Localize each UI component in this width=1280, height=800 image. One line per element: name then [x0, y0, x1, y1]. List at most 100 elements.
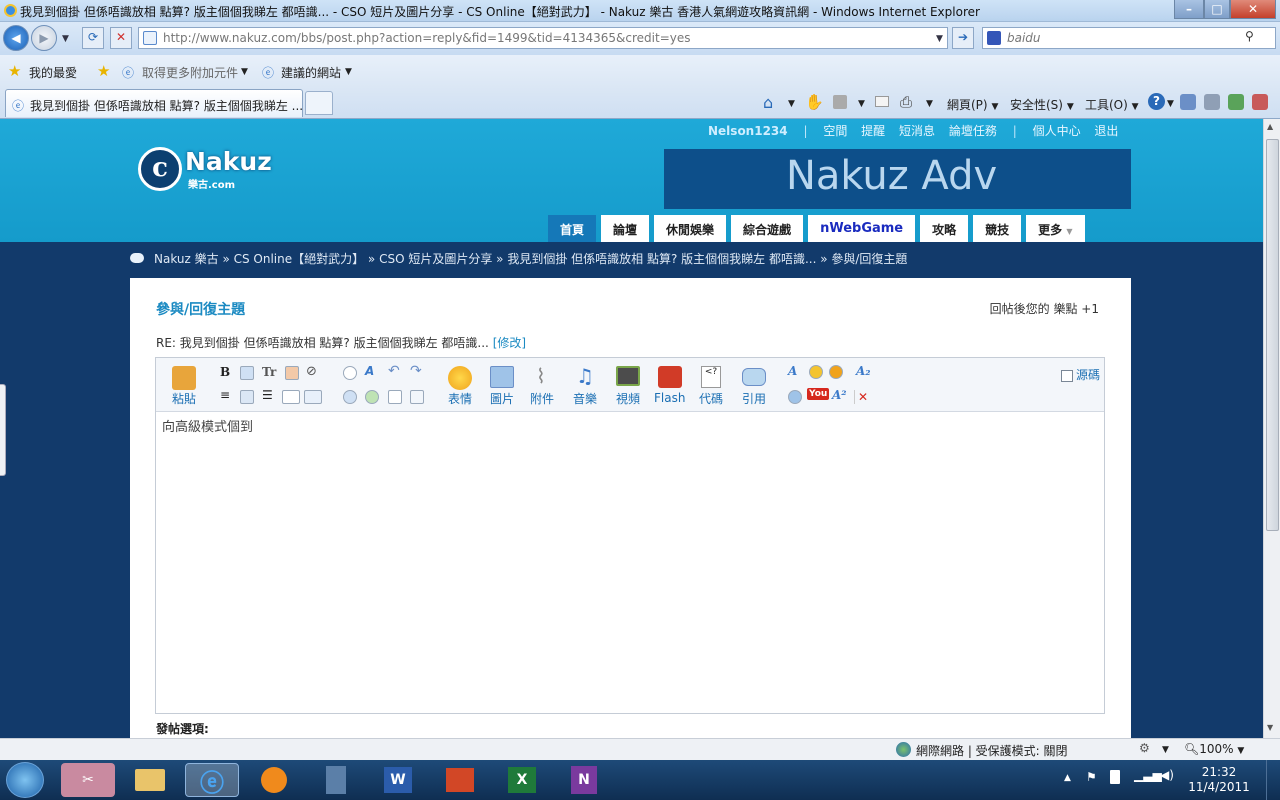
remove-format-icon[interactable]: A: [365, 364, 374, 378]
side-panel-handle[interactable]: [0, 384, 6, 476]
gallery-icon[interactable]: [809, 365, 823, 379]
nav-nwebgame[interactable]: nWebGame: [808, 215, 916, 242]
username-link[interactable]: Nelson1234: [708, 124, 788, 138]
superscript-icon[interactable]: A²: [832, 388, 847, 402]
nav-leisure[interactable]: 休閒娛樂: [654, 215, 727, 242]
media-icon[interactable]: [365, 390, 379, 404]
addons-dropdown-icon[interactable]: ▼: [241, 67, 248, 77]
font-size-icon[interactable]: Tr: [262, 365, 276, 379]
toolbar-video[interactable]: 視頻: [616, 390, 640, 407]
toolbar-quote[interactable]: 引用: [742, 390, 766, 407]
taskbar-snipping-icon[interactable]: ✂: [61, 763, 115, 797]
research-icon[interactable]: [1180, 94, 1196, 110]
history-dropdown-icon[interactable]: ▼: [62, 34, 69, 44]
source-toggle[interactable]: 源碼: [1060, 366, 1100, 383]
user-link-messages[interactable]: 短消息: [899, 124, 935, 138]
taskbar-ie-icon[interactable]: ⓔ: [185, 763, 239, 797]
edit-subject-link[interactable]: 修改: [497, 336, 521, 350]
safety-menu[interactable]: 安全性(S) ▼: [1010, 96, 1074, 113]
paste-icon[interactable]: [172, 366, 196, 390]
nav-games[interactable]: 綜合遊戲: [731, 215, 804, 242]
print-icon[interactable]: ⎙: [900, 93, 912, 111]
ad-banner[interactable]: Nakuz Adv: [664, 149, 1131, 209]
go-icon[interactable]: ➔: [952, 27, 974, 49]
free-icon[interactable]: [304, 390, 322, 404]
address-dropdown-icon[interactable]: ▼: [936, 34, 943, 44]
paste-button[interactable]: 粘貼: [172, 390, 196, 407]
zone-settings-icon[interactable]: ⚙: [1139, 741, 1150, 755]
scroll-up-icon[interactable]: ▲: [1267, 122, 1273, 131]
bold-icon[interactable]: B: [220, 365, 230, 379]
subscript-icon[interactable]: A₂: [856, 364, 871, 378]
taskbar-explorer-icon[interactable]: [123, 763, 177, 797]
tools-menu[interactable]: 工具(O) ▼: [1085, 96, 1139, 113]
mail-icon[interactable]: [875, 96, 889, 107]
suggested-sites-link[interactable]: 建議的網站: [281, 64, 341, 81]
taskbar-word-icon[interactable]: W: [371, 763, 425, 797]
feeds-icon[interactable]: [833, 95, 847, 109]
link-icon[interactable]: ⊘: [306, 364, 317, 379]
page-menu[interactable]: 網頁(P) ▼: [947, 96, 998, 113]
attachment-icon[interactable]: ⌇: [536, 364, 546, 388]
user-link-profile[interactable]: 個人中心: [1033, 124, 1081, 138]
taskbar-media-icon[interactable]: [247, 763, 301, 797]
smiley-icon[interactable]: [448, 366, 472, 390]
taskbar-excel-icon[interactable]: X: [495, 763, 549, 797]
code-icon[interactable]: <?: [701, 366, 721, 388]
maximize-button[interactable]: □: [1204, 0, 1230, 19]
scroll-down-icon[interactable]: ▼: [1267, 723, 1273, 732]
taskbar-onenote-icon[interactable]: N: [557, 763, 611, 797]
color-grid-icon[interactable]: [285, 366, 299, 380]
toolbar-music[interactable]: 音樂: [573, 390, 597, 407]
feeds-dropdown-icon[interactable]: ▼: [858, 99, 865, 109]
breadcrumb-text[interactable]: Nakuz 樂古 » CS Online【絕對武力】 » CSO 短片及圖片分享…: [154, 252, 907, 266]
show-hidden-icons[interactable]: ▲: [1064, 773, 1071, 783]
get-addons-link[interactable]: 取得更多附加元件: [142, 64, 238, 81]
help-icon[interactable]: ?: [1148, 93, 1165, 110]
hand-icon[interactable]: ✋: [805, 93, 824, 111]
address-input[interactable]: http://www.nakuz.com/bbs/post.php?action…: [138, 27, 948, 49]
user-link-notice[interactable]: 提醒: [861, 124, 885, 138]
nav-home[interactable]: 首頁: [548, 215, 597, 242]
toolbar-smilies[interactable]: 表情: [448, 390, 472, 407]
undo-icon[interactable]: ↶: [388, 363, 400, 379]
minimize-button[interactable]: –: [1174, 0, 1204, 19]
unlink-icon[interactable]: [343, 366, 357, 380]
taskbar-app-icon[interactable]: [309, 763, 363, 797]
video-icon[interactable]: [616, 366, 640, 386]
nav-guides[interactable]: 攻略: [920, 215, 969, 242]
close-window-button[interactable]: ✕: [1230, 0, 1276, 19]
nav-forum[interactable]: 論壇: [601, 215, 650, 242]
volume-icon[interactable]: ◀): [1160, 768, 1174, 782]
quote-icon[interactable]: [742, 368, 766, 386]
post-body-textarea[interactable]: 向高級模式個到: [162, 416, 253, 435]
zone-dropdown-icon[interactable]: ▼: [1162, 745, 1169, 755]
network-icon[interactable]: ▁▃▅: [1134, 768, 1162, 782]
help-dropdown-icon[interactable]: ▼: [1167, 99, 1174, 109]
add-favorite-icon[interactable]: ★: [97, 62, 110, 80]
toolbar-icon[interactable]: [1252, 94, 1268, 110]
vertical-scrollbar[interactable]: ▲ ▼: [1263, 119, 1280, 738]
toolbar-attachment[interactable]: 附件: [530, 390, 554, 407]
toolbar-code[interactable]: 代碼: [699, 390, 723, 407]
home-dropdown-icon[interactable]: ▼: [788, 99, 795, 109]
tab-active[interactable]: ⓔ 我見到個掛 但係唔識放相 點算? 版主個個我睇左 ...: [5, 89, 303, 117]
image-icon[interactable]: [490, 366, 514, 388]
user-link-tasks[interactable]: 論壇任務: [949, 124, 997, 138]
list-icon[interactable]: ☰: [262, 388, 273, 402]
scroll-thumb[interactable]: [1266, 139, 1279, 531]
tool-icon[interactable]: [1204, 94, 1220, 110]
print-dropdown-icon[interactable]: ▼: [926, 99, 933, 109]
emoticon-icon[interactable]: [829, 365, 843, 379]
zoom-icon[interactable]: [343, 390, 357, 404]
refresh-icon[interactable]: ⟳: [82, 27, 104, 49]
show-desktop-button[interactable]: [1266, 760, 1280, 800]
user-link-logout[interactable]: 退出: [1094, 124, 1118, 138]
suggested-dropdown-icon[interactable]: ▼: [345, 67, 352, 77]
source-checkbox[interactable]: [1060, 369, 1073, 382]
stream-icon[interactable]: [788, 390, 802, 404]
user-link-space[interactable]: 空間: [823, 124, 847, 138]
redo-icon[interactable]: ↷: [410, 363, 422, 379]
clock[interactable]: 21:32 11/4/2011: [1182, 765, 1256, 795]
addon-icon[interactable]: [1228, 94, 1244, 110]
